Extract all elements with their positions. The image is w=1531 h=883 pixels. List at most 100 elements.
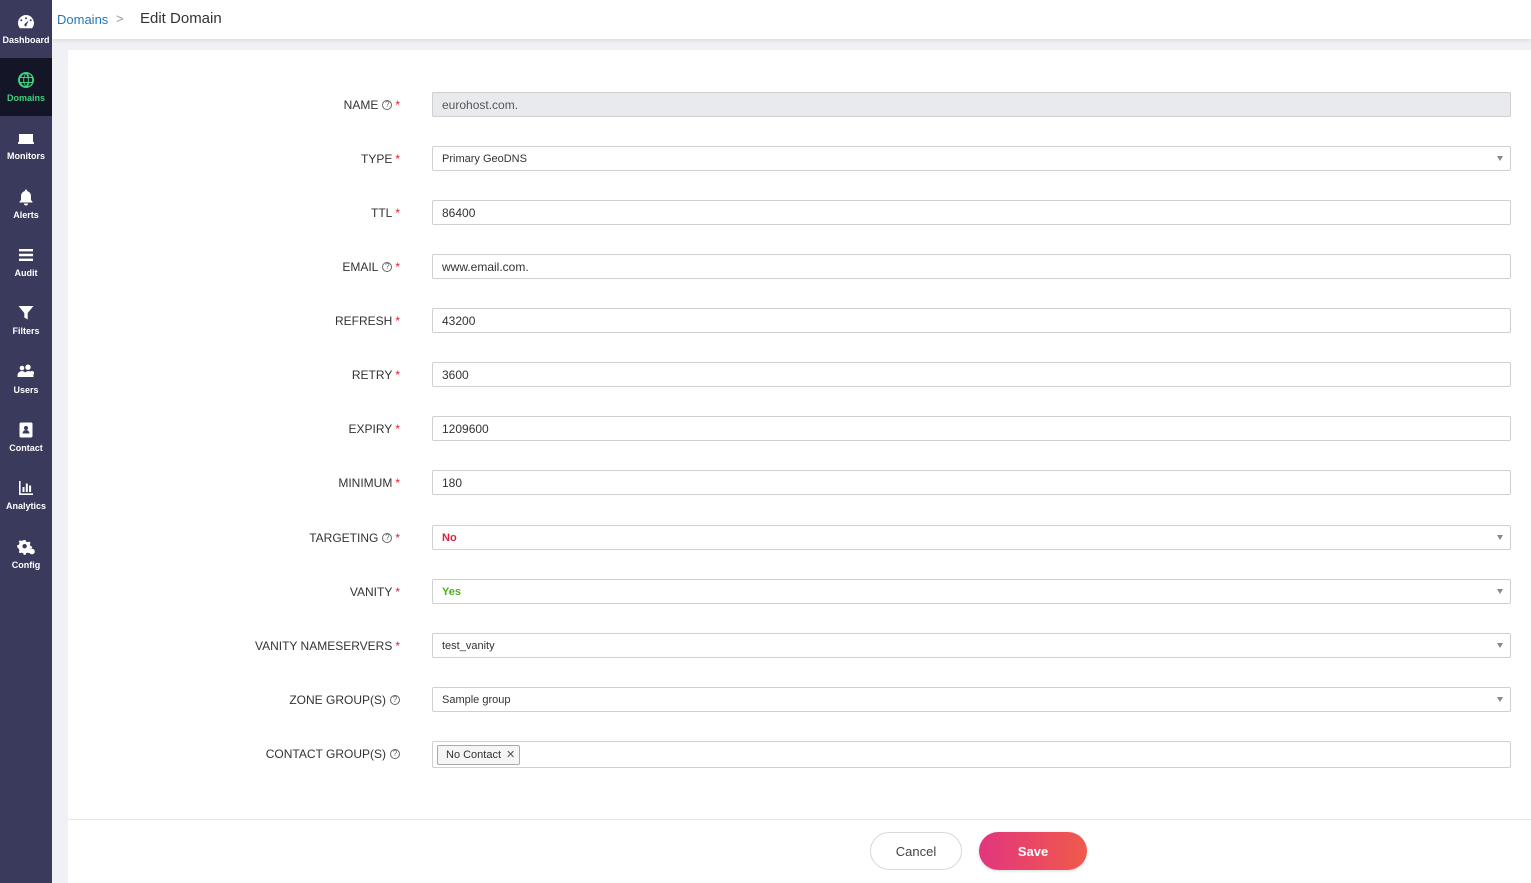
- bell-icon: [16, 187, 36, 207]
- sidebar-item-label: Domains: [6, 93, 45, 103]
- vanity-nameservers-select[interactable]: test_vanity: [432, 633, 1511, 658]
- refresh-label: REFRESH *: [334, 314, 400, 328]
- contact-groups-multiselect[interactable]: No Contact ✕: [432, 741, 1511, 768]
- required-marker: *: [395, 206, 400, 220]
- minimum-field: [432, 470, 1511, 495]
- required-marker: *: [395, 422, 400, 436]
- vanity-nameservers-row: VANITY NAMESERVERS * test_vanity: [68, 633, 1531, 660]
- sidebar-item-audit[interactable]: Audit: [0, 233, 52, 291]
- sidebar-item-label: Dashboard: [2, 35, 50, 45]
- retry-field: [432, 362, 1511, 387]
- help-icon[interactable]: ?: [390, 749, 400, 759]
- help-icon[interactable]: ?: [390, 695, 400, 705]
- contact-icon: [16, 420, 36, 440]
- sidebar-item-filters[interactable]: Filters: [0, 291, 52, 349]
- sidebar-item-config[interactable]: Config: [0, 525, 52, 583]
- refresh-row: REFRESH *: [68, 308, 1531, 335]
- zone-groups-label: ZONE GROUP(S)?: [289, 693, 400, 707]
- sidebar-item-label: Config: [11, 560, 41, 570]
- sidebar-item-label: Analytics: [5, 501, 47, 511]
- sidebar-item-label: Monitors: [7, 151, 45, 161]
- sidebar-item-domains[interactable]: Domains: [0, 58, 52, 116]
- type-select[interactable]: Primary GeoDNS: [432, 146, 1511, 171]
- vanity-label: VANITY *: [349, 585, 400, 599]
- chevron-down-icon: [1497, 589, 1503, 594]
- zone-groups-row: ZONE GROUP(S)? Sample group: [68, 687, 1531, 714]
- sidebar-item-dashboard[interactable]: Dashboard: [0, 0, 52, 58]
- required-marker: *: [395, 98, 400, 112]
- cancel-button[interactable]: Cancel: [870, 832, 962, 870]
- sidebar-item-label: Alerts: [13, 210, 39, 220]
- vanity-row: VANITY * Yes: [68, 579, 1531, 606]
- email-input[interactable]: [442, 259, 1501, 274]
- help-icon[interactable]: ?: [382, 533, 393, 543]
- vanity-nameservers-label: VANITY NAMESERVERS *: [254, 639, 400, 653]
- refresh-input[interactable]: [442, 313, 1501, 328]
- ttl-input[interactable]: [442, 205, 1501, 220]
- page-title: Edit Domain: [140, 10, 222, 27]
- contact-group-tag: No Contact ✕: [437, 744, 521, 765]
- expiry-field: [432, 416, 1511, 441]
- required-marker: *: [395, 368, 400, 382]
- globe-icon: [16, 70, 36, 90]
- minimum-label: MINIMUM *: [338, 476, 400, 490]
- zone-groups-select[interactable]: Sample group: [432, 687, 1511, 712]
- list-icon: [16, 245, 36, 265]
- targeting-label: TARGETING? *: [309, 531, 400, 545]
- retry-row: RETRY *: [68, 362, 1531, 389]
- chevron-down-icon: [1497, 643, 1503, 648]
- sidebar: Dashboard Domains Monitors Alerts Audit …: [0, 0, 52, 883]
- save-button[interactable]: Save: [979, 832, 1087, 870]
- sidebar-item-alerts[interactable]: Alerts: [0, 175, 52, 233]
- users-icon: [16, 362, 36, 382]
- type-row: TYPE * Primary GeoDNS: [68, 146, 1531, 173]
- edit-domain-form: NAME? * eurohost.com. TYPE * Primary GeoDN…: [68, 50, 1531, 883]
- sidebar-item-label: Audit: [14, 268, 38, 278]
- name-row: NAME? * eurohost.com.: [68, 92, 1531, 119]
- sidebar-item-contact[interactable]: Contact: [0, 408, 52, 466]
- chevron-down-icon: [1497, 156, 1503, 161]
- required-marker: *: [395, 476, 400, 490]
- expiry-label: EXPIRY *: [348, 422, 400, 436]
- refresh-field: [432, 308, 1511, 333]
- required-marker: *: [395, 585, 400, 599]
- breadcrumb-separator: >: [116, 11, 124, 26]
- chevron-down-icon: [1497, 535, 1503, 540]
- vanity-select[interactable]: Yes: [432, 579, 1511, 604]
- breadcrumb-domains-link[interactable]: Domains: [57, 12, 108, 27]
- chevron-down-icon: [1497, 697, 1503, 702]
- retry-input[interactable]: [442, 367, 1501, 382]
- retry-label: RETRY *: [351, 368, 400, 382]
- ttl-field: [432, 200, 1511, 225]
- sidebar-item-label: Filters: [12, 326, 40, 336]
- email-field: [432, 254, 1511, 279]
- targeting-select[interactable]: No: [432, 525, 1511, 550]
- sidebar-item-users[interactable]: Users: [0, 350, 52, 408]
- help-icon[interactable]: ?: [382, 100, 393, 110]
- contact-groups-row: CONTACT GROUP(S)? No Contact ✕: [68, 741, 1531, 768]
- vanity-value: Yes: [442, 585, 461, 598]
- type-label: TYPE *: [360, 152, 400, 166]
- required-marker: *: [395, 531, 400, 545]
- name-label: NAME? *: [343, 98, 400, 112]
- monitor-icon: [16, 128, 36, 148]
- expiry-input[interactable]: [442, 421, 1501, 436]
- gears-icon: [16, 537, 36, 557]
- help-icon[interactable]: ?: [382, 262, 393, 272]
- chart-icon: [16, 478, 36, 498]
- minimum-row: MINIMUM *: [68, 470, 1531, 497]
- remove-tag-icon[interactable]: ✕: [506, 748, 515, 761]
- sidebar-item-label: Users: [13, 385, 39, 395]
- required-marker: *: [395, 152, 400, 166]
- sidebar-item-analytics[interactable]: Analytics: [0, 466, 52, 524]
- name-field: eurohost.com.: [432, 92, 1511, 117]
- required-marker: *: [395, 314, 400, 328]
- targeting-row: TARGETING? * No: [68, 525, 1531, 552]
- sidebar-item-monitors[interactable]: Monitors: [0, 116, 52, 174]
- expiry-row: EXPIRY *: [68, 416, 1531, 443]
- required-marker: *: [395, 260, 400, 274]
- targeting-value: No: [442, 531, 457, 544]
- email-label: EMAIL? *: [342, 260, 400, 274]
- minimum-input[interactable]: [442, 475, 1501, 490]
- filter-icon: [16, 303, 36, 323]
